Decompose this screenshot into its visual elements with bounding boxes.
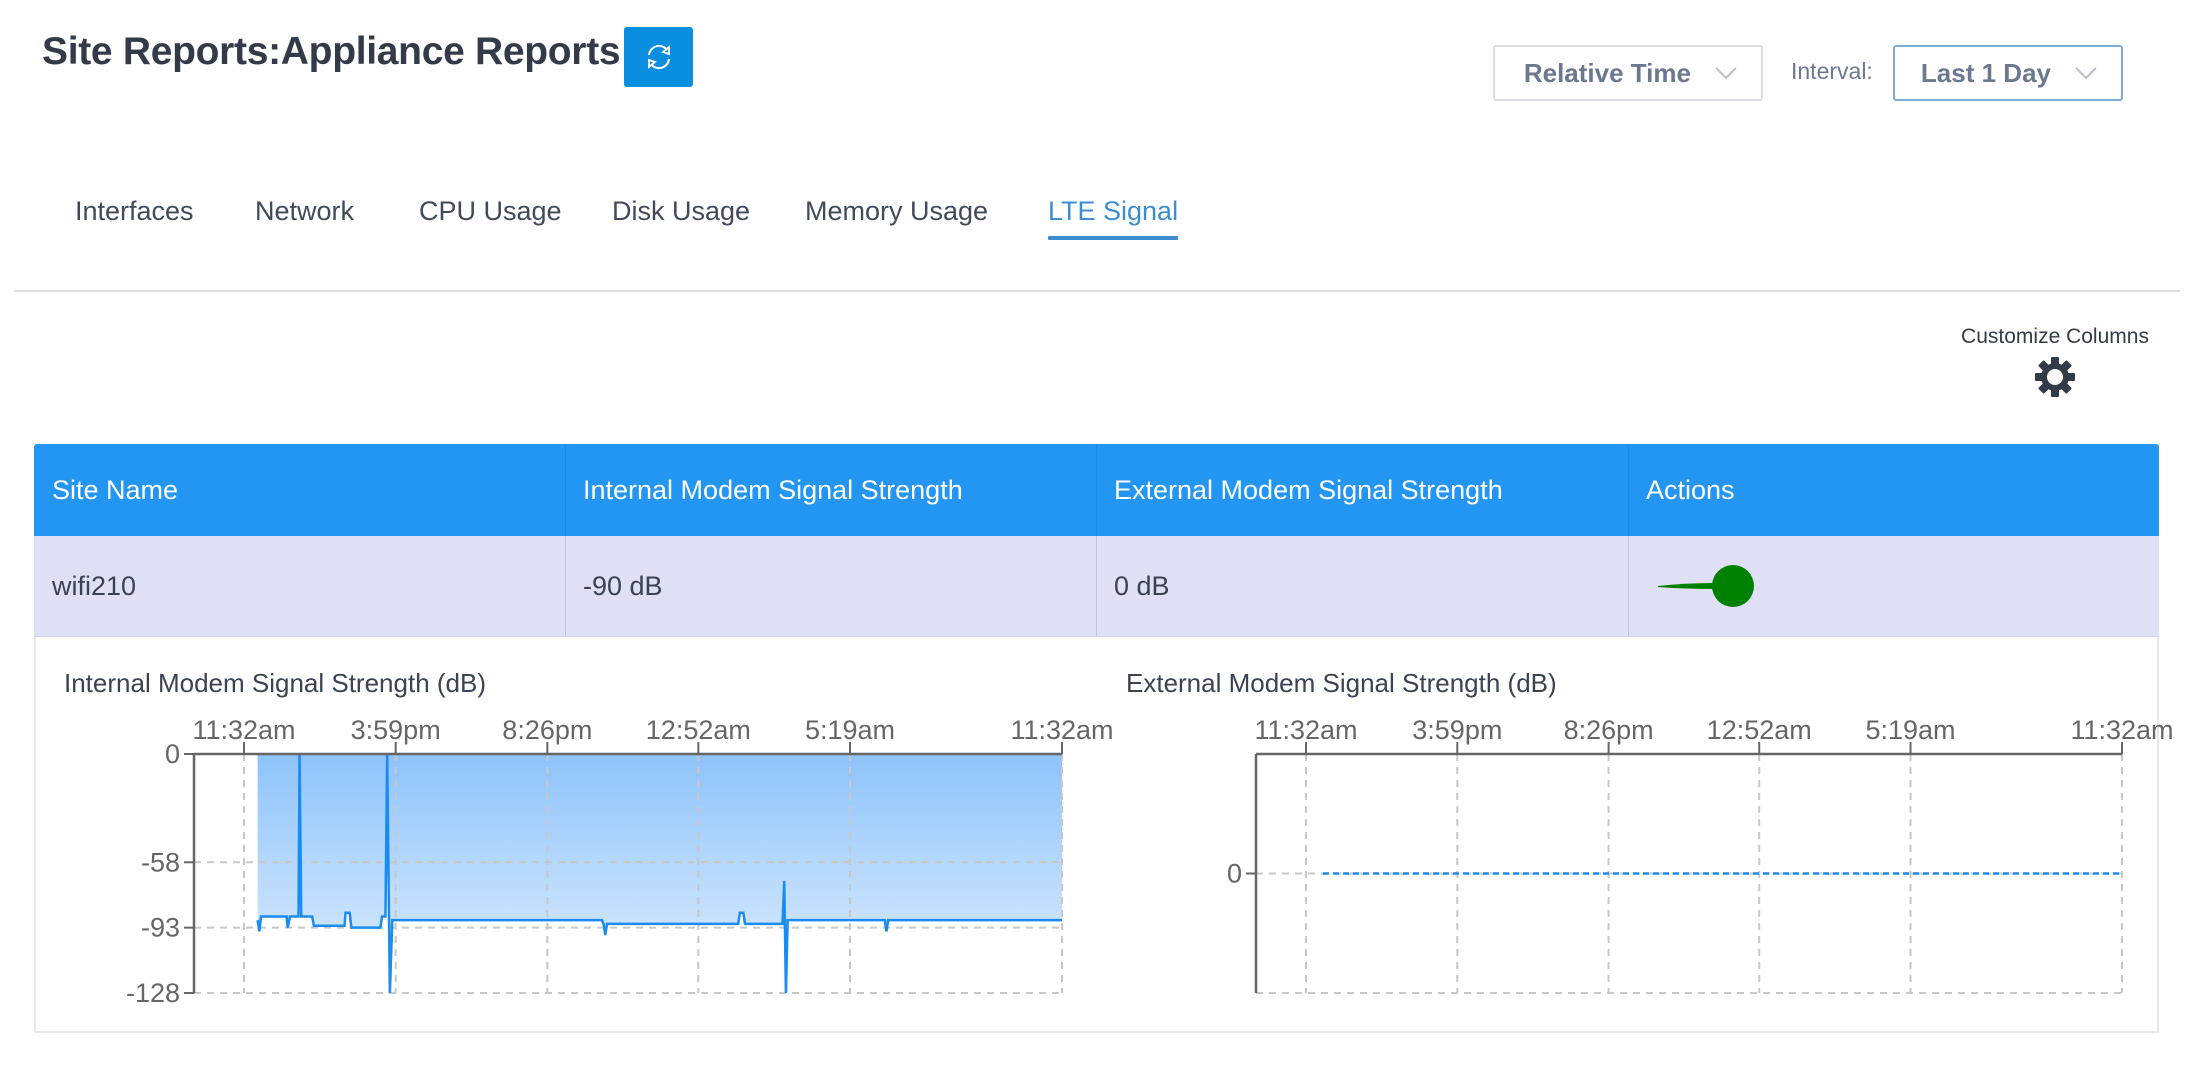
external-x-tick-label: 12:52am (1707, 715, 1812, 745)
internal-y-tick-label: 0 (165, 739, 180, 769)
internal-x-tick-label: 11:32am (192, 715, 295, 745)
internal-x-tick-label: 5:19am (805, 715, 895, 745)
external-x-tick-label: 11:32am (1254, 715, 1357, 745)
internal-y-tick-label: -93 (141, 913, 180, 943)
external-x-tick-label: 8:26pm (1564, 715, 1654, 745)
external-x-tick-label: 3:59pm (1412, 715, 1502, 745)
internal-y-tick-label: -128 (126, 978, 180, 1008)
internal-x-tick-label: 3:59pm (351, 715, 441, 745)
internal-x-tick-label: 11:32am (1010, 715, 1113, 745)
external-x-tick-label: 11:32am (2070, 715, 2173, 745)
internal-y-tick-label: -58 (141, 847, 180, 877)
external-x-tick-label: 5:19am (1865, 715, 1955, 745)
internal-x-tick-label: 8:26pm (502, 715, 592, 745)
internal-area-fill (257, 754, 1063, 993)
internal-x-tick-label: 12:52am (646, 715, 751, 745)
internal-signal-chart: 11:32am 3:59pm 8:26pm 12:52am 5:19am 11:32am 0… (126, 715, 2174, 1008)
external-y-tick-label: 0 (1227, 859, 1242, 889)
